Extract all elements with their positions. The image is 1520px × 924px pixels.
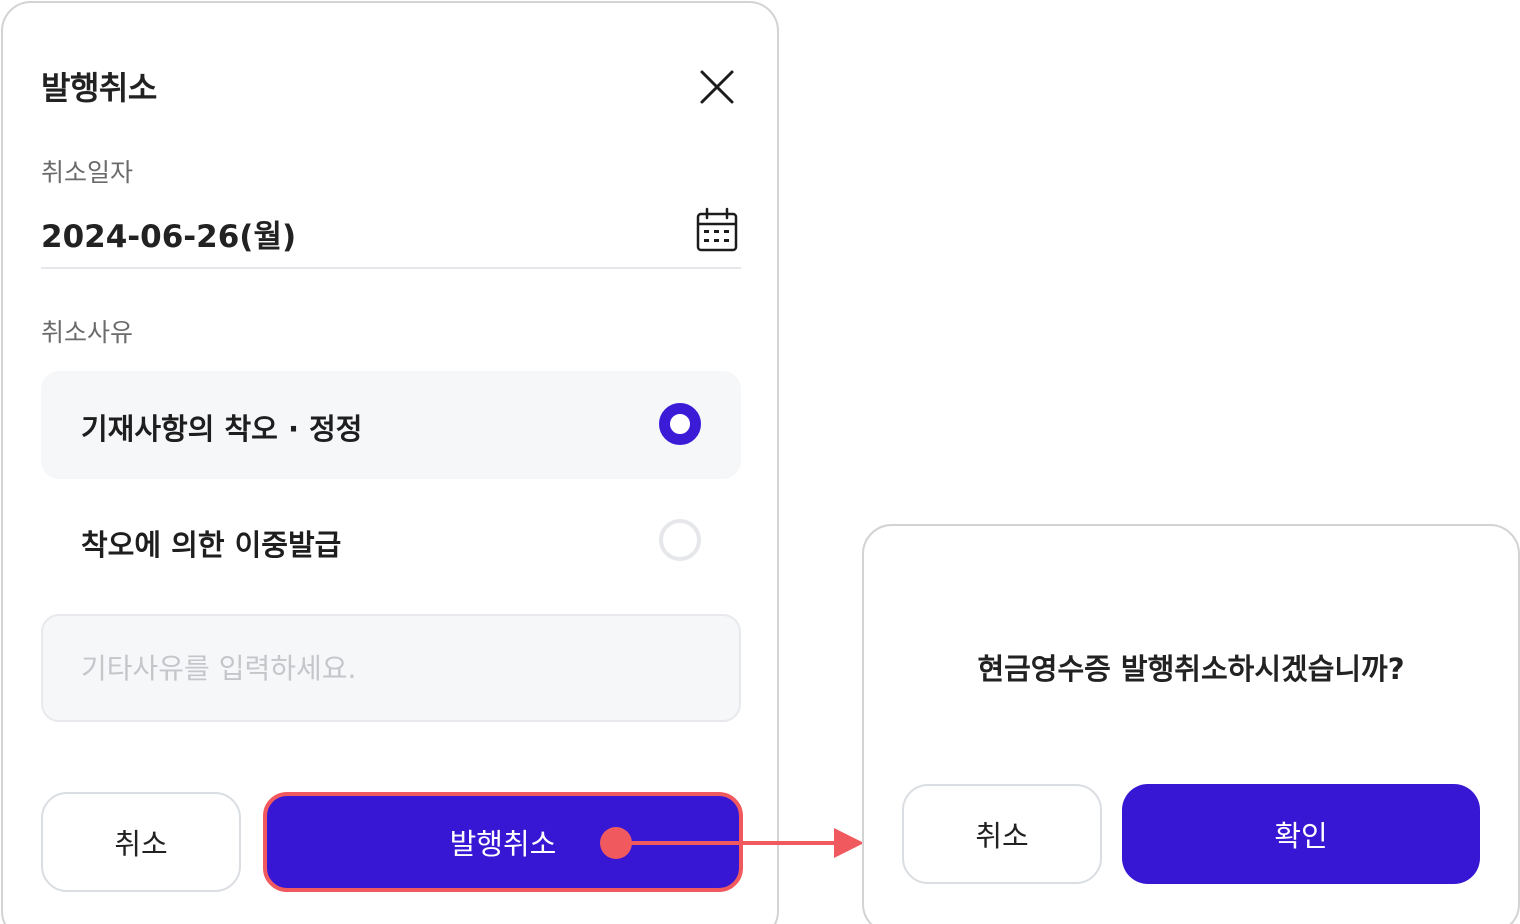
flow-arrow-head [834,828,864,858]
cancel-date-value: 2024-06-26(월) [41,219,297,255]
cancel-reason-label: 취소사유 [41,318,134,347]
close-icon [700,70,734,104]
other-reason-input[interactable] [41,614,741,722]
cancel-issuance-panel: 발행취소 취소일자 2024-06-26(월) 취소사유 기재사항의 착오 · … [1,1,779,924]
radio-unselected-icon[interactable] [659,519,701,561]
cancel-date-field[interactable]: 2024-06-26(월) [41,203,741,269]
reason-option-label: 착오에 의한 이중발급 [81,528,342,562]
calendar-button[interactable] [695,207,739,253]
reason-option-label: 기재사항의 착오 · 정정 [81,412,363,446]
panel-title: 발행취소 [41,69,157,107]
reason-option-duplicate[interactable]: 착오에 의한 이중발급 [41,487,741,595]
confirm-dialog: 현금영수증 발행취소하시겠습니까? 취소 확인 [862,524,1520,924]
dialog-cancel-button[interactable]: 취소 [902,784,1102,884]
calendar-icon [696,207,738,252]
cancel-button[interactable]: 취소 [41,792,241,892]
dialog-message: 현금영수증 발행취소하시겠습니까? [977,652,1405,686]
radio-selected-icon[interactable] [659,403,701,445]
close-button[interactable] [695,65,739,109]
issue-cancel-button[interactable]: 발행취소 [263,792,743,892]
dialog-confirm-button[interactable]: 확인 [1122,784,1480,884]
reason-option-correction[interactable]: 기재사항의 착오 · 정정 [41,371,741,479]
cancel-date-label: 취소일자 [41,158,134,187]
